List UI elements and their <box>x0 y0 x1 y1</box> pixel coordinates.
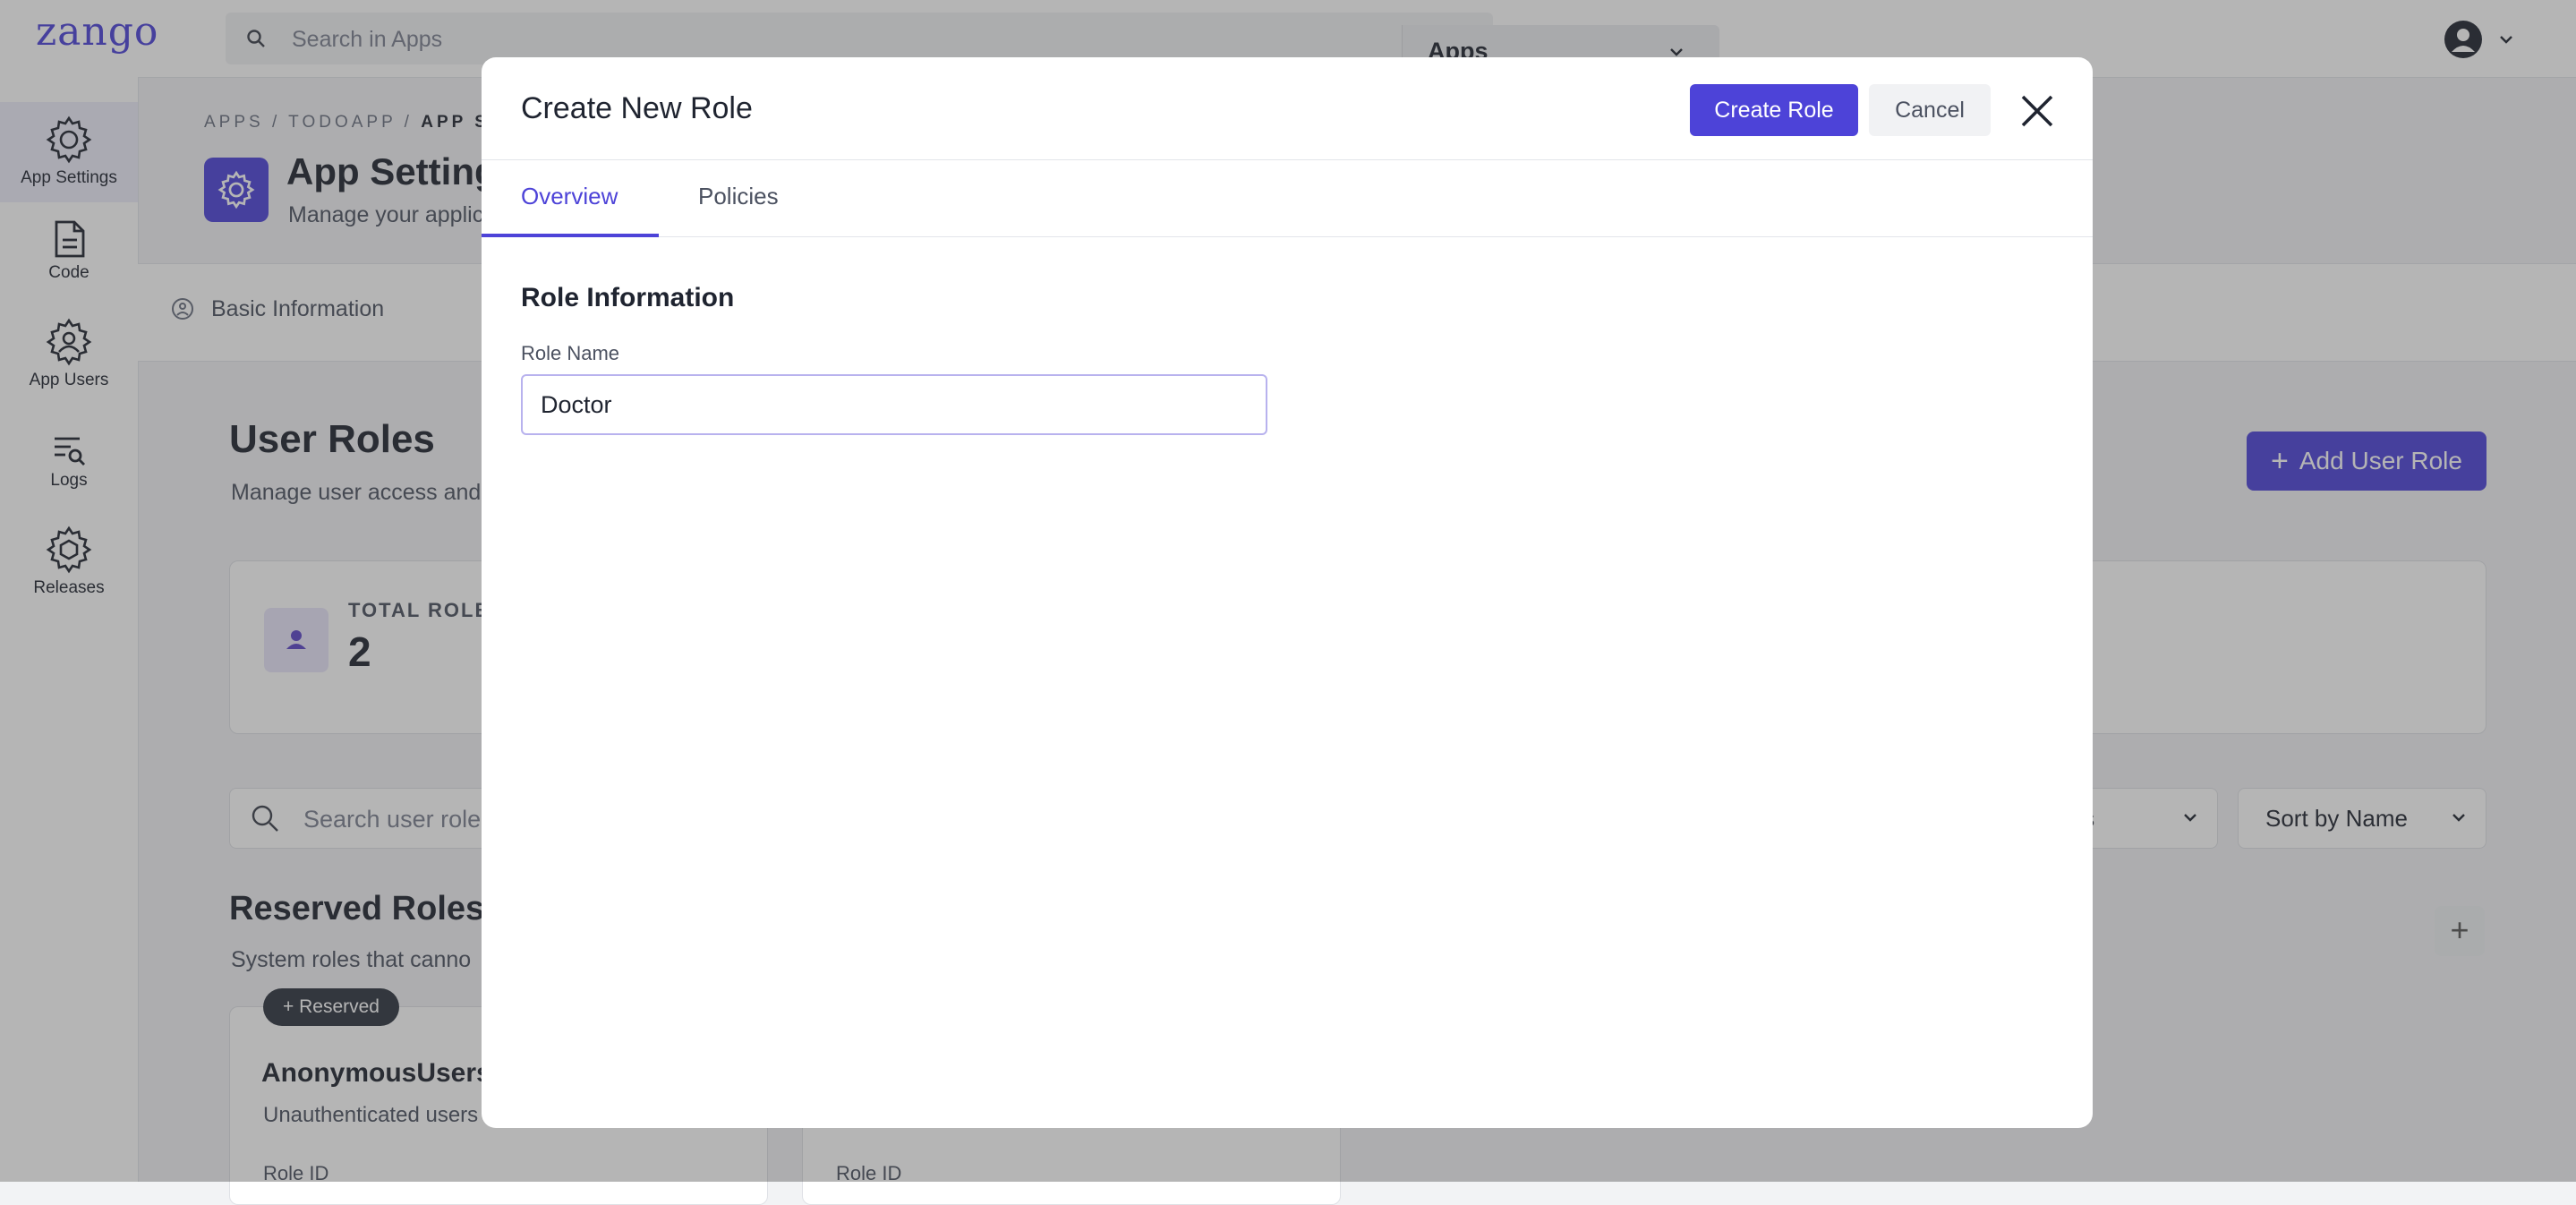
tab-overview[interactable]: Overview <box>521 183 618 210</box>
active-tab-indicator <box>482 234 659 237</box>
cancel-button[interactable]: Cancel <box>1869 84 1991 136</box>
divider <box>482 159 2093 160</box>
role-name-input[interactable] <box>521 374 1267 435</box>
modal-title: Create New Role <box>521 91 753 125</box>
close-icon[interactable] <box>2012 86 2062 136</box>
create-role-button[interactable]: Create Role <box>1690 84 1858 136</box>
create-role-modal: Create New Role Create Role Cancel Overv… <box>482 57 2093 1128</box>
role-information-title: Role Information <box>521 283 735 312</box>
tab-policies[interactable]: Policies <box>698 183 779 210</box>
role-name-label: Role Name <box>521 342 620 364</box>
divider <box>482 236 2093 237</box>
